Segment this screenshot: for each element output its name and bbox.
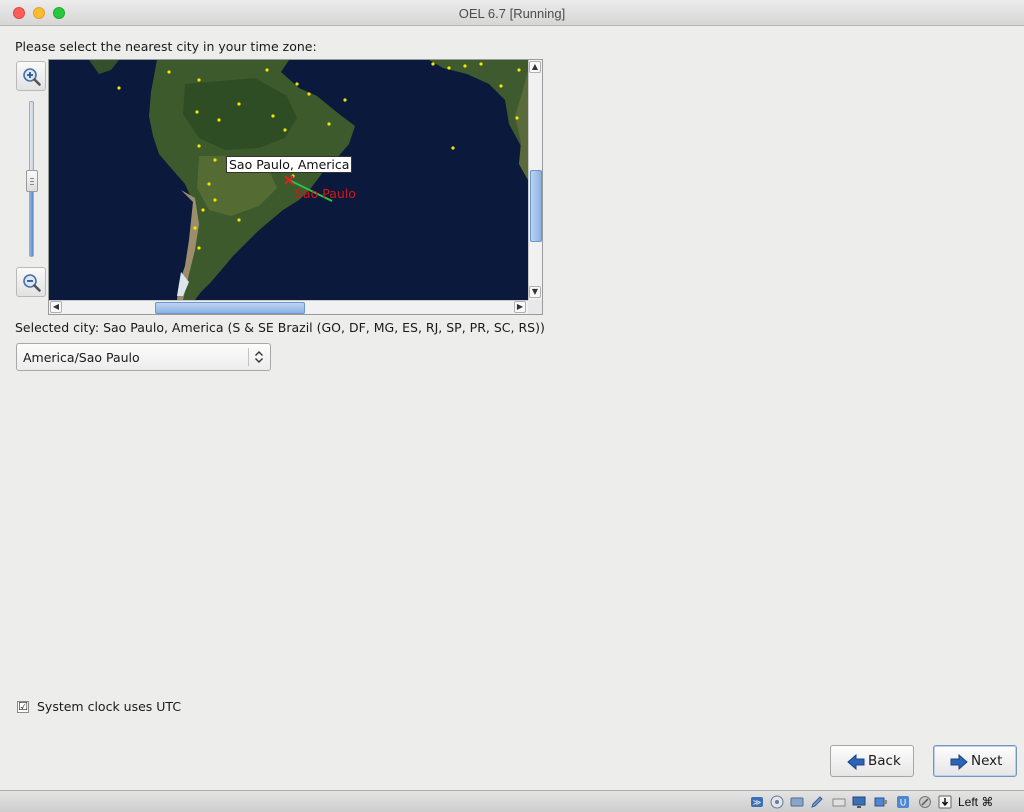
download-icon[interactable]	[938, 795, 952, 809]
scroll-left-icon[interactable]: ◀	[50, 301, 62, 313]
audio-icon[interactable]	[790, 795, 804, 809]
next-button[interactable]: Next	[933, 745, 1017, 777]
display-icon[interactable]	[852, 795, 866, 809]
host-key-label: Left ⌘	[958, 795, 994, 809]
scroll-up-icon[interactable]: ▲	[529, 61, 541, 73]
map-vertical-scrollbar[interactable]: ▲ ▼	[528, 60, 542, 300]
vm-status-bar: ≫ U Left ⌘	[0, 790, 1024, 812]
map-vertical-scroll-thumb[interactable]	[530, 170, 542, 242]
world-map-image	[49, 60, 528, 300]
updown-arrows-icon	[255, 351, 263, 363]
pen-icon[interactable]	[810, 795, 824, 809]
scrollbar-corner	[528, 300, 542, 314]
zoom-slider-handle[interactable]	[26, 170, 38, 192]
timezone-map-frame: Sao Paulo, America Sao Paulo ▲ ▼ ◀ ▶	[48, 59, 543, 315]
optical-drive-icon[interactable]	[770, 795, 784, 809]
window-title: OEL 6.7 [Running]	[458, 6, 566, 21]
network-icon[interactable]	[832, 795, 846, 809]
utc-checkbox[interactable]: ☑	[17, 701, 29, 713]
map-horizontal-scrollbar[interactable]: ◀ ▶	[49, 300, 528, 314]
scroll-right-icon[interactable]: ▶	[514, 301, 526, 313]
zoom-slider-fill	[30, 182, 33, 256]
timezone-select-value: America/Sao Paulo	[23, 350, 140, 365]
vm-window: OEL 6.7 [Running] Please select the near…	[0, 0, 1024, 812]
svg-text:U: U	[900, 799, 907, 809]
title-bar: OEL 6.7 [Running]	[0, 0, 1024, 26]
capture-icon[interactable]	[918, 795, 932, 809]
zoom-out-button[interactable]	[16, 267, 46, 297]
map-city-tag: Sao Paulo, America	[226, 156, 353, 173]
select-separator	[248, 348, 249, 366]
scroll-down-icon[interactable]: ▼	[529, 286, 541, 298]
map-horizontal-scroll-thumb[interactable]	[155, 302, 305, 314]
zoom-in-button[interactable]	[16, 61, 46, 91]
usb-icon[interactable]	[874, 795, 888, 809]
back-button-label: Back	[868, 753, 901, 769]
shared-folders-icon[interactable]: U	[896, 795, 910, 809]
next-arrow-icon	[950, 754, 968, 770]
selected-city-text: Selected city: Sao Paulo, America (S & S…	[15, 320, 545, 335]
zoom-out-icon	[23, 274, 41, 292]
back-arrow-icon	[847, 754, 865, 770]
timezone-select[interactable]: America/Sao Paulo	[16, 343, 271, 371]
next-button-label: Next	[971, 753, 1003, 769]
back-button[interactable]: Back	[830, 745, 914, 777]
hard-disk-icon[interactable]: ≫	[750, 795, 764, 809]
timezone-prompt: Please select the nearest city in your t…	[15, 39, 317, 54]
map-city-label: Sao Paulo	[295, 186, 356, 201]
timezone-map[interactable]: Sao Paulo, America Sao Paulo	[49, 60, 528, 300]
svg-text:≫: ≫	[753, 798, 761, 807]
utc-checkbox-label[interactable]: System clock uses UTC	[37, 699, 181, 714]
installer-page: Please select the nearest city in your t…	[0, 27, 1024, 790]
zoom-in-icon	[23, 68, 41, 86]
